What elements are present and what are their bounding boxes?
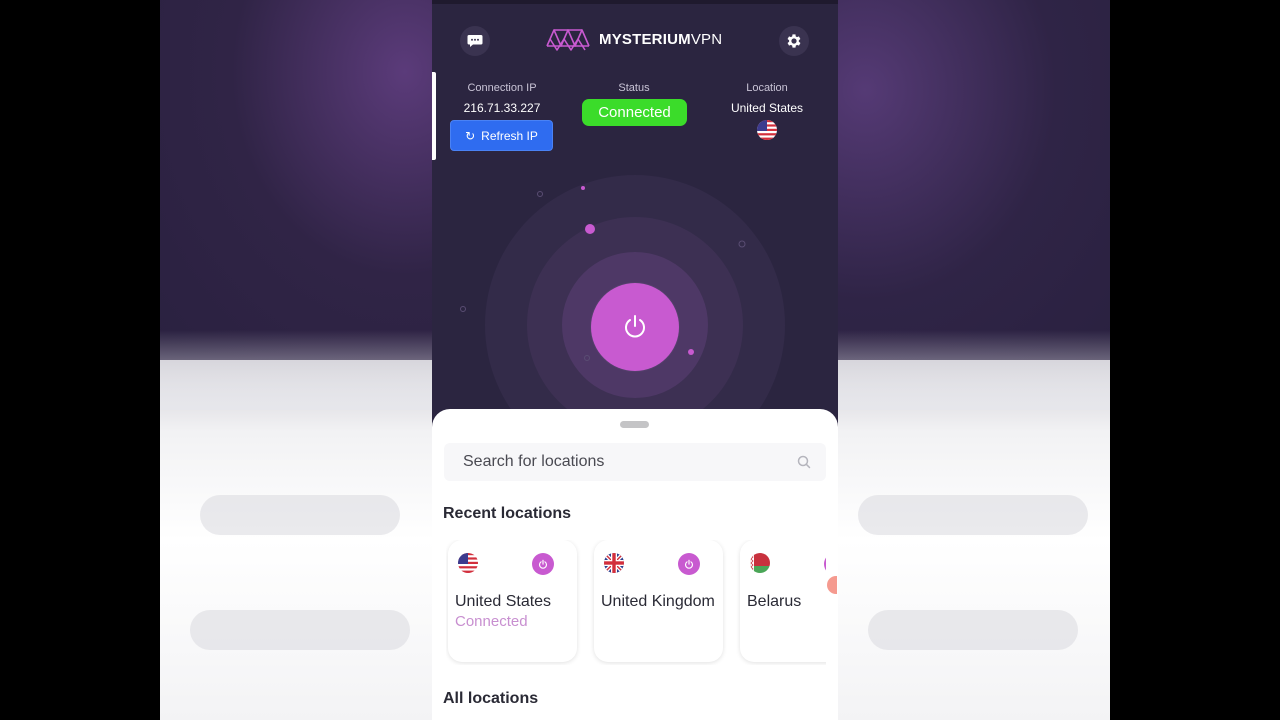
search-input[interactable]: Search for locations — [444, 443, 826, 481]
status-block: Status — [582, 82, 686, 94]
chat-button[interactable] — [460, 26, 490, 56]
gear-icon — [787, 34, 801, 48]
recent-location-card[interactable]: United States Connected — [448, 540, 577, 662]
location-value: United States — [730, 101, 804, 115]
blurred-background-right — [838, 0, 1110, 720]
us-flag-icon — [757, 120, 777, 140]
location-name: United Kingdom — [601, 593, 715, 610]
recent-locations-list: United States Connected United Kingdom B… — [446, 540, 826, 665]
locations-sheet: Search for locations Recent locations Un… — [432, 409, 838, 720]
sheet-drag-handle[interactable] — [620, 421, 649, 428]
recent-location-card[interactable]: Belarus — [740, 540, 826, 662]
blurred-background-left — [160, 0, 432, 720]
location-block: Location United States — [717, 82, 817, 115]
header: MYSTERIUMVPN — [432, 20, 838, 58]
location-label: Location — [746, 82, 788, 94]
recent-locations-title: Recent locations — [443, 505, 572, 522]
all-locations-title: All locations — [443, 690, 539, 707]
connection-ip-value: 216.71.33.227 — [463, 101, 541, 115]
status-badge: Connected — [582, 99, 687, 126]
connect-power-button[interactable] — [591, 283, 679, 371]
refresh-icon: ↻ — [465, 128, 476, 143]
screen: MYSTERIUMVPN Connection IP 216.71.33.227… — [0, 0, 1280, 720]
status-label: Status — [618, 82, 650, 94]
settings-button[interactable] — [779, 26, 809, 56]
uk-flag-icon — [604, 553, 624, 573]
chat-bubble-icon — [467, 35, 483, 47]
location-name: United States — [455, 593, 552, 610]
logo-text-bold: MYSTERIUM — [599, 30, 691, 48]
location-status: Connected — [455, 613, 528, 630]
power-icon — [625, 315, 645, 338]
floating-indicator — [827, 576, 837, 594]
connection-ip-block: Connection IP 216.71.33.227 — [450, 82, 554, 115]
edge-indicator — [432, 72, 436, 160]
app-logo: MYSTERIUMVPN — [545, 26, 722, 52]
logo-text-light: VPN — [690, 30, 723, 48]
search-icon — [797, 455, 811, 469]
connection-ip-label: Connection IP — [467, 82, 537, 94]
refresh-ip-label: Refresh IP — [481, 128, 538, 143]
refresh-ip-button[interactable]: ↻ Refresh IP — [450, 120, 553, 151]
app-window: MYSTERIUMVPN Connection IP 216.71.33.227… — [432, 0, 838, 720]
power-icon — [684, 559, 694, 569]
power-icon — [538, 559, 548, 569]
quick-connect-button[interactable] — [532, 553, 554, 575]
quick-connect-button[interactable] — [824, 553, 826, 575]
mysterium-logo-icon — [546, 29, 590, 51]
quick-connect-button[interactable] — [678, 553, 700, 575]
top-divider — [432, 0, 838, 4]
us-flag-icon — [458, 553, 478, 573]
recent-location-card[interactable]: United Kingdom — [594, 540, 723, 662]
belarus-flag-icon — [750, 553, 770, 573]
search-placeholder: Search for locations — [463, 453, 605, 470]
location-name: Belarus — [747, 593, 802, 610]
